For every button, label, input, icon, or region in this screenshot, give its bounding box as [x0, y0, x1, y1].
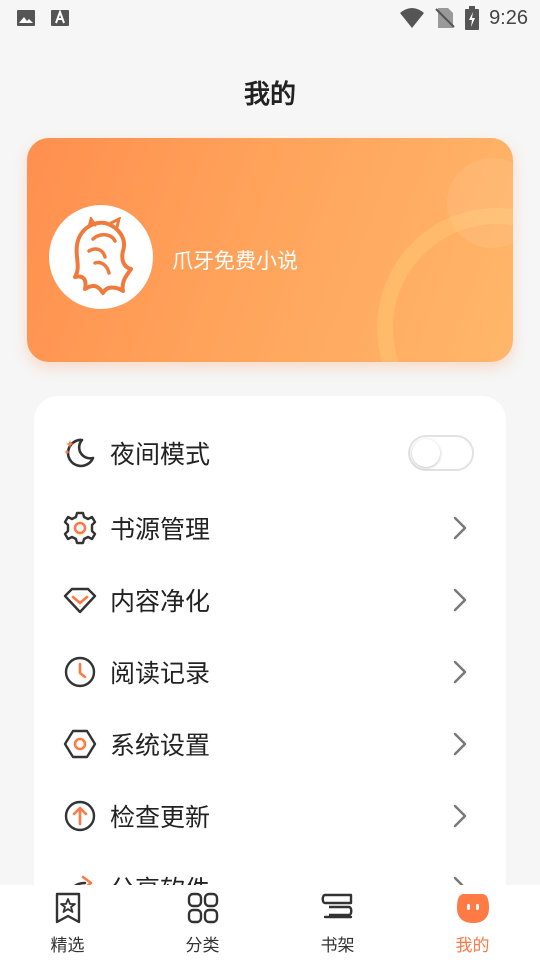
profile-name[interactable]: 爪牙免费小说: [172, 245, 298, 275]
profile-face-icon: [456, 894, 489, 923]
nav-label: 我的: [455, 936, 490, 956]
profile-card[interactable]: 爪牙免费小说: [27, 138, 513, 362]
lion-logo-icon: [73, 217, 133, 295]
nav-item-mine[interactable]: 我的: [405, 885, 540, 960]
avatar[interactable]: [49, 205, 153, 309]
menu-item-source-management[interactable]: 书源管理: [34, 492, 506, 564]
toggle-knob: [412, 439, 440, 467]
gear-icon: [62, 510, 98, 546]
menu-item-check-update[interactable]: 检查更新: [34, 780, 506, 852]
battery-charging-icon: [465, 6, 480, 30]
nav-item-bookshelf[interactable]: 书架: [270, 885, 405, 960]
chevron-right-icon: [453, 516, 467, 540]
menu-card: 夜间模式 书源管理 内容净化 阅读记录 系统设置 检查更新: [34, 396, 506, 956]
status-bar: 9:26: [0, 0, 540, 36]
no-sim-icon: [435, 8, 455, 28]
menu-item-label: 书源管理: [110, 515, 211, 544]
diamond-icon: [62, 582, 98, 618]
nav-label: 精选: [50, 936, 85, 956]
chevron-right-icon: [453, 660, 467, 684]
wifi-icon: [400, 8, 425, 28]
night-mode-toggle[interactable]: [408, 435, 474, 471]
clock-icon: [62, 654, 98, 690]
grid-icon: [187, 892, 218, 924]
nav-label: 书架: [320, 936, 355, 956]
chevron-right-icon: [453, 732, 467, 756]
status-time: 9:26: [489, 6, 528, 29]
menu-item-night-mode[interactable]: 夜间模式: [34, 417, 506, 489]
font-app-icon: [51, 9, 69, 26]
menu-item-system-settings[interactable]: 系统设置: [34, 708, 506, 780]
screen: 9:26 我的 爪牙免费小说 夜间模式 书源管理 内容净化 阅读记录 系统设置 …: [0, 0, 540, 960]
bottom-nav: 精选 分类 书架 我的: [0, 885, 540, 960]
nav-item-category[interactable]: 分类: [135, 885, 270, 960]
nav-label: 分类: [185, 936, 220, 956]
menu-item-label: 内容净化: [110, 587, 211, 616]
chevron-right-icon: [453, 588, 467, 612]
bookmark-star-icon: [55, 892, 80, 924]
page-title: 我的: [243, 80, 296, 110]
menu-item-label: 系统设置: [110, 731, 211, 760]
menu-item-label: 夜间模式: [110, 440, 211, 469]
menu-item-reading-history[interactable]: 阅读记录: [34, 636, 506, 708]
nav-item-featured[interactable]: 精选: [0, 885, 135, 960]
menu-item-label: 检查更新: [110, 803, 211, 832]
menu-item-label: 阅读记录: [110, 659, 211, 688]
hexagon-settings-icon: [62, 726, 98, 762]
image-icon: [17, 10, 35, 26]
bookshelf-icon: [321, 893, 352, 919]
moon-icon: [62, 435, 98, 471]
chevron-right-icon: [453, 804, 467, 828]
menu-item-content-purify[interactable]: 内容净化: [34, 564, 506, 636]
arrow-up-circle-icon: [62, 798, 98, 834]
